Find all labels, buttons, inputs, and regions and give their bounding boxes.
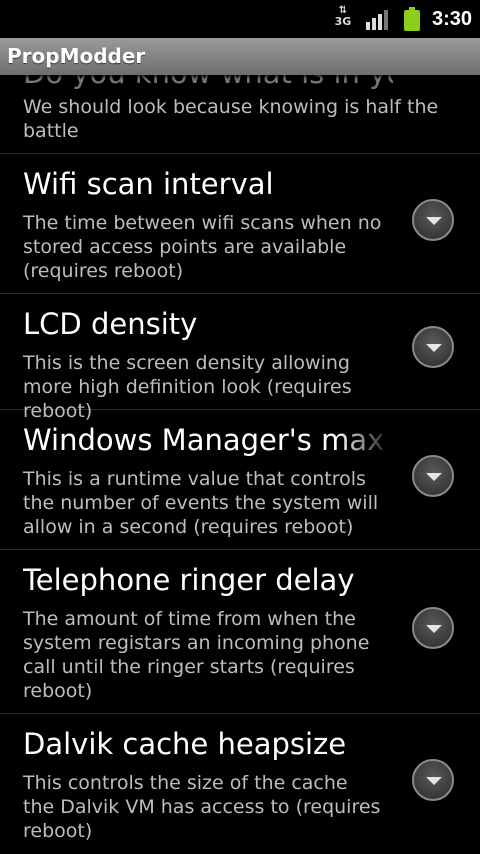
chevron-down-icon[interactable] (412, 759, 454, 801)
list-item-telephone-ringer-delay[interactable]: Telephone ringer delay The amount of tim… (0, 550, 480, 714)
item-summary: We should look because knowing is half t… (23, 96, 439, 142)
clock: 3:30 (431, 7, 472, 30)
item-summary: The amount of time from when the system … (23, 608, 370, 702)
app-title-bar: PropModder (0, 38, 480, 75)
signal-strength-icon (365, 8, 390, 30)
list-item-dalvik-cache-heapsize[interactable]: Dalvik cache heapsize This controls the … (0, 714, 480, 854)
item-summary: This controls the size of the cache the … (23, 772, 381, 842)
chevron-down-icon[interactable] (412, 455, 454, 497)
item-title: LCD density (23, 307, 198, 341)
chevron-down-icon[interactable] (412, 326, 454, 368)
chevron-down-icon[interactable] (412, 199, 454, 241)
list-item-wifi-scan-interval[interactable]: Wifi scan interval The time between wifi… (0, 154, 480, 294)
network-type-label: 3G (334, 15, 352, 28)
list-item[interactable]: Do you know what is in your We should lo… (0, 75, 480, 154)
battery-icon (403, 7, 420, 31)
list-item-window-manager-max[interactable]: Windows Manager's max This is a runtime … (0, 410, 480, 550)
data-network-icon: ⇅ 3G (334, 5, 352, 28)
status-icons: ⇅ 3G 3:30 (334, 0, 472, 38)
chevron-down-icon[interactable] (412, 607, 454, 649)
item-title: Dalvik cache heapsize (23, 727, 347, 761)
item-title: Windows Manager's max (23, 423, 385, 457)
preferences-list[interactable]: Do you know what is in your We should lo… (0, 75, 480, 854)
item-title: Do you know what is in your (23, 75, 393, 90)
status-bar: ⇅ 3G 3:30 (0, 0, 480, 38)
item-title: Telephone ringer delay (23, 563, 355, 597)
item-summary: The time between wifi scans when no stor… (23, 212, 382, 282)
list-item-lcd-density[interactable]: LCD density This is the screen density a… (0, 294, 480, 422)
item-title: Wifi scan interval (23, 167, 274, 201)
item-summary: This is a runtime value that controls th… (23, 468, 379, 538)
app-title: PropModder (7, 44, 146, 68)
